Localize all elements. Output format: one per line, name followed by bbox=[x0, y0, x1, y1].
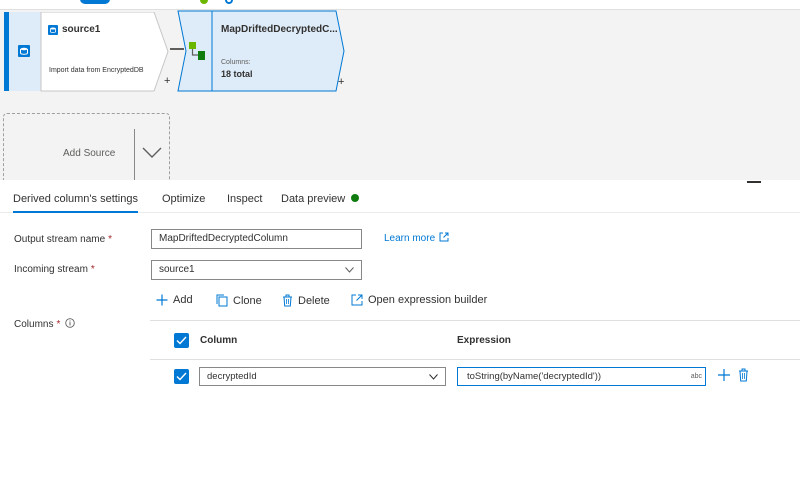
expression-header: Expression bbox=[457, 335, 511, 346]
clone-column-button[interactable]: Clone bbox=[216, 294, 262, 307]
source-add-transform-button[interactable]: + bbox=[164, 76, 170, 87]
source-node[interactable]: source1 Import data from EncryptedDB bbox=[4, 12, 172, 92]
incoming-stream-label-text: Incoming stream bbox=[14, 264, 88, 275]
tab-optimize[interactable]: Optimize bbox=[162, 193, 205, 205]
delete-column-button[interactable]: Delete bbox=[282, 294, 330, 307]
type-badge: abc bbox=[690, 373, 702, 380]
trash-icon[interactable] bbox=[738, 368, 749, 382]
incoming-stream-select[interactable]: source1 bbox=[151, 260, 362, 280]
panel-resize-handle[interactable] bbox=[747, 181, 761, 183]
database-icon bbox=[18, 45, 30, 57]
learn-more-link[interactable]: Learn more bbox=[384, 232, 449, 244]
output-stream-label: Output stream name * bbox=[14, 234, 112, 245]
derived-node-columns-label: Columns: bbox=[221, 59, 251, 66]
grid-top-border bbox=[150, 320, 800, 321]
toolbar-pill-button[interactable] bbox=[80, 0, 110, 4]
expression-value: toString(byName('decryptedId')) bbox=[467, 371, 602, 382]
dataflow-canvas[interactable]: source1 Import data from EncryptedDB + M… bbox=[0, 0, 800, 180]
required-mark: * bbox=[90, 264, 95, 275]
expression-builder-icon bbox=[351, 294, 363, 306]
source-node-title: source1 bbox=[62, 24, 101, 35]
columns-label: Columns * bbox=[14, 318, 76, 330]
checkmark-icon bbox=[176, 372, 187, 381]
row-checkbox[interactable] bbox=[174, 369, 189, 384]
derived-add-transform-button[interactable]: + bbox=[338, 77, 344, 88]
status-dot-icon bbox=[351, 194, 360, 202]
external-link-icon bbox=[439, 232, 449, 242]
data-flow-editor: source1 Import data from EncryptedDB + M… bbox=[0, 0, 800, 481]
required-mark: * bbox=[108, 234, 113, 245]
plus-icon[interactable] bbox=[717, 368, 731, 382]
derived-column-node[interactable]: MapDriftedDecryptedC... Columns: 18 tota… bbox=[176, 10, 348, 92]
required-mark: * bbox=[56, 319, 61, 330]
derived-node-title: MapDriftedDecryptedC... bbox=[221, 24, 338, 35]
tab-data-preview-label: Data preview bbox=[281, 193, 346, 205]
add-source-label: Add Source bbox=[63, 148, 116, 159]
settings-tabs: Derived column's settings Optimize Inspe… bbox=[0, 186, 800, 213]
column-name-value: decryptedId bbox=[207, 371, 257, 382]
open-expression-builder-button[interactable]: Open expression builder bbox=[351, 294, 487, 306]
tab-data-preview[interactable]: Data preview bbox=[281, 193, 360, 205]
status-ring-icon bbox=[225, 0, 233, 4]
checkmark-icon bbox=[176, 336, 187, 345]
add-column-button[interactable]: Add bbox=[156, 294, 193, 306]
output-stream-label-text: Output stream name bbox=[14, 234, 106, 245]
delete-column-label: Delete bbox=[298, 294, 330, 307]
column-header: Column bbox=[200, 335, 238, 346]
add-source-divider bbox=[134, 129, 135, 180]
clone-column-label: Clone bbox=[233, 294, 262, 307]
source-node-description: Import data from EncryptedDB bbox=[49, 67, 144, 74]
columns-label-text: Columns bbox=[14, 319, 54, 330]
derived-node-columns-count: 18 total bbox=[221, 69, 253, 79]
expression-input[interactable]: toString(byName('decryptedId')) abc bbox=[457, 367, 706, 386]
add-column-label: Add bbox=[173, 294, 193, 306]
tab-derived-column-settings[interactable]: Derived column's settings bbox=[13, 193, 138, 213]
source-title-icon bbox=[48, 25, 58, 35]
open-expression-builder-label: Open expression builder bbox=[368, 294, 488, 306]
learn-more-text: Learn more bbox=[384, 233, 436, 244]
column-name-select[interactable]: decryptedId bbox=[199, 367, 446, 386]
incoming-stream-label: Incoming stream * bbox=[14, 264, 95, 275]
tab-inspect[interactable]: Inspect bbox=[227, 193, 262, 205]
chevron-down-icon bbox=[345, 267, 354, 273]
status-dot-icon bbox=[200, 0, 208, 4]
derived-column-icon bbox=[189, 42, 205, 60]
top-toolbar-strip bbox=[0, 0, 800, 10]
info-icon[interactable] bbox=[65, 318, 76, 328]
select-all-checkbox[interactable] bbox=[174, 333, 189, 348]
incoming-stream-value: source1 bbox=[159, 264, 195, 275]
chevron-down-icon[interactable] bbox=[142, 147, 162, 159]
chevron-down-icon bbox=[429, 374, 438, 380]
plus-icon bbox=[156, 294, 168, 306]
clone-icon bbox=[216, 294, 228, 307]
grid-header-border bbox=[150, 359, 800, 360]
trash-icon bbox=[283, 294, 292, 307]
add-source-button[interactable]: Add Source bbox=[3, 113, 170, 180]
output-stream-name-input[interactable]: MapDriftedDecryptedColumn bbox=[151, 229, 362, 249]
